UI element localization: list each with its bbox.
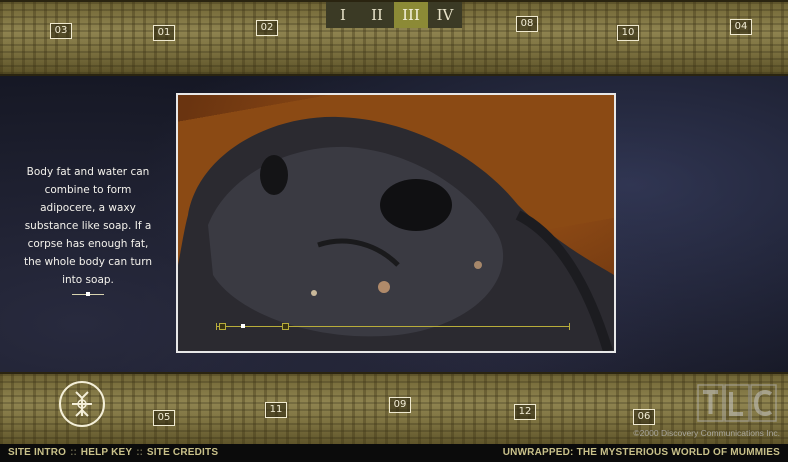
tab-i[interactable]: I (326, 2, 360, 28)
chapter-number-05[interactable]: 05 (153, 410, 175, 426)
chapter-number-10[interactable]: 10 (617, 25, 639, 41)
section-tabs: I II III IV (326, 2, 462, 28)
tlc-logo-icon (697, 384, 777, 422)
footer-separator: :: (136, 447, 143, 458)
scrubber-end-handle[interactable] (282, 323, 289, 330)
help-key-link[interactable]: HELP KEY (81, 447, 132, 458)
video-scrubber[interactable] (216, 323, 570, 331)
caption-slider-knob[interactable] (86, 292, 90, 296)
tab-ii[interactable]: II (360, 2, 394, 28)
scrubber-start-handle[interactable] (219, 323, 226, 330)
site-title-link[interactable]: UNWRAPPED: THE MYSTERIOUS WORLD OF MUMMI… (503, 447, 780, 458)
scrubber-end-cap (569, 323, 570, 330)
site-credits-link[interactable]: SITE CREDITS (147, 447, 218, 458)
mummy-head-image (178, 116, 614, 351)
tab-iii[interactable]: III (394, 2, 428, 28)
copyright-text: ©2000 Discovery Communications Inc. (633, 428, 780, 438)
chapter-number-09[interactable]: 09 (389, 397, 411, 413)
chapter-number-02[interactable]: 02 (256, 20, 278, 36)
video-player[interactable] (176, 93, 616, 353)
footer-separator: :: (70, 447, 77, 458)
chapter-number-06[interactable]: 06 (633, 409, 655, 425)
chapter-number-08[interactable]: 08 (516, 16, 538, 32)
app-stage: 03 01 02 08 10 04 I II III IV Body fat a… (0, 0, 788, 462)
scrubber-start-cap (216, 323, 217, 330)
site-intro-link[interactable]: SITE INTRO (8, 447, 66, 458)
caption-scroll-slider[interactable] (72, 292, 104, 296)
scrubber-track (216, 326, 570, 327)
footer-bar: SITE INTRO :: HELP KEY :: SITE CREDITS U… (0, 444, 788, 462)
scrubber-position-marker[interactable] (241, 324, 245, 328)
chapter-number-04[interactable]: 04 (730, 19, 752, 35)
tab-iv[interactable]: IV (428, 2, 462, 28)
chapter-number-03[interactable]: 03 (50, 23, 72, 39)
chapter-number-11[interactable]: 11 (265, 402, 287, 418)
caption-text: Body fat and water can combine to form a… (23, 166, 152, 286)
amulet-logo-icon[interactable] (58, 380, 106, 428)
chapter-number-01[interactable]: 01 (153, 25, 175, 41)
footer-nav: SITE INTRO :: HELP KEY :: SITE CREDITS (8, 447, 218, 458)
chapter-number-12[interactable]: 12 (514, 404, 536, 420)
